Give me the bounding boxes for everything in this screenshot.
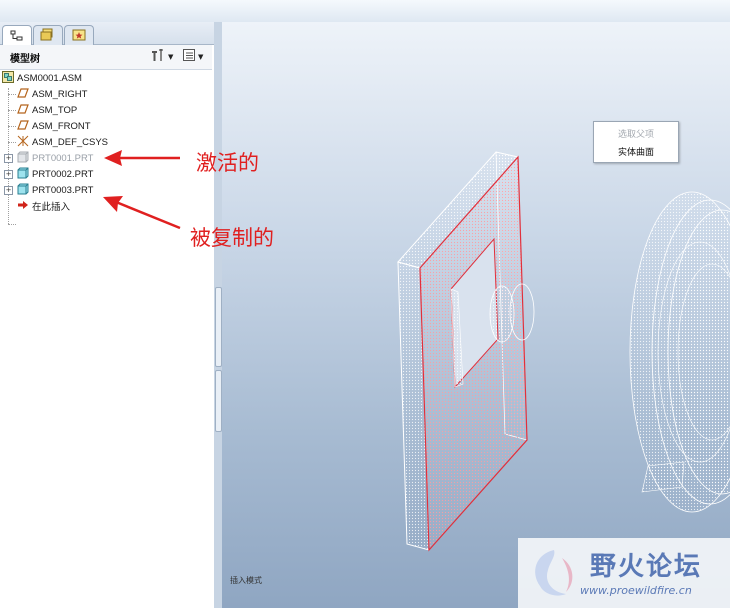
annotation-arrow-activated — [104, 150, 180, 166]
annotation-label-copied: 被复制的 — [190, 226, 274, 250]
annotation-label-activated: 激活的 — [196, 151, 259, 175]
annotation-arrow-copied — [103, 196, 181, 230]
annotation-layer — [103, 150, 181, 230]
